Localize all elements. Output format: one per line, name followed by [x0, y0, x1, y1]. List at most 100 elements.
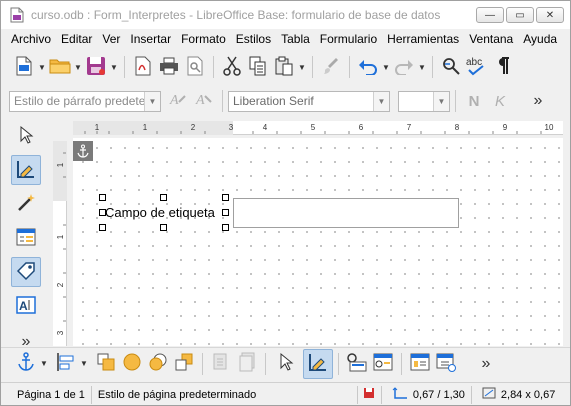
spelling-button[interactable]: abc — [464, 54, 490, 80]
menu-ver[interactable]: Ver — [98, 32, 126, 46]
toolbar-separator — [124, 56, 125, 78]
anchor-dropdown[interactable]: ▼ — [39, 351, 49, 377]
clone-formatting-button[interactable] — [318, 54, 344, 80]
print-preview-icon — [186, 56, 204, 79]
title-bar: curso.odb : Form_Interpretes - LibreOffi… — [1, 1, 570, 29]
font-name-combo[interactable]: Liberation Serif ▼ — [228, 90, 390, 112]
design-mode-button[interactable] — [11, 155, 41, 185]
cut-button[interactable] — [219, 54, 245, 80]
more-chevron-icon: » — [481, 354, 491, 372]
menu-formulario[interactable]: Formulario — [316, 32, 383, 46]
menu-herramientas[interactable]: Herramientas — [383, 32, 465, 46]
control-properties-button[interactable] — [344, 351, 370, 377]
chevron-down-icon[interactable]: ▼ — [144, 91, 160, 111]
page-indicator[interactable]: Página 1 de 1 — [1, 385, 92, 404]
form-label-control[interactable]: Campo de etiqueta — [105, 205, 215, 220]
print-preview-button[interactable] — [182, 54, 208, 80]
selection-handle[interactable] — [222, 194, 229, 201]
bold-icon: N — [468, 92, 480, 110]
align-objects-dropdown[interactable]: ▼ — [79, 351, 89, 377]
more-options-button[interactable]: » — [473, 351, 499, 377]
save-dropdown[interactable]: ▼ — [109, 54, 119, 80]
menu-insertar[interactable]: Insertar — [126, 32, 177, 46]
group-button[interactable] — [208, 351, 234, 377]
anchor-icon[interactable] — [73, 141, 93, 161]
chevron-down-icon[interactable]: ▼ — [373, 91, 389, 111]
new-style-button[interactable]: A — [191, 88, 217, 114]
formatting-marks-button[interactable] — [490, 54, 516, 80]
menu-editar[interactable]: Editar — [57, 32, 98, 46]
anchor-button[interactable] — [13, 351, 39, 377]
new-document-button[interactable] — [11, 54, 37, 80]
new-document-dropdown[interactable]: ▼ — [37, 54, 47, 80]
open-button[interactable] — [47, 54, 73, 80]
paragraph-style-combo[interactable]: Estilo de párrafo predetermin ▼ — [9, 90, 161, 112]
select-tool-button[interactable] — [11, 121, 41, 151]
print-button[interactable] — [156, 54, 182, 80]
italic-button[interactable]: K — [487, 88, 513, 114]
back-one-icon — [148, 352, 168, 375]
ruler-tick-label: 4 — [263, 123, 268, 132]
minimize-button[interactable]: — — [476, 7, 504, 23]
save-button[interactable] — [83, 54, 109, 80]
maximize-button[interactable]: ▭ — [506, 7, 534, 23]
selection-handle[interactable] — [222, 209, 229, 216]
document-modified-indicator[interactable] — [358, 385, 382, 404]
horizontal-ruler[interactable]: 1 1 2 3 4 5 6 7 8 9 10 — [73, 121, 563, 135]
menu-ayuda[interactable]: Ayuda — [519, 32, 563, 46]
text-box-button[interactable]: A — [11, 291, 41, 321]
selection-handle[interactable] — [160, 224, 167, 231]
menu-tabla[interactable]: Tabla — [277, 32, 316, 46]
align-objects-button[interactable] — [53, 351, 79, 377]
chevron-down-icon[interactable]: ▼ — [433, 91, 449, 111]
ruler-tick-label: 2 — [56, 282, 65, 287]
design-mode-button[interactable] — [303, 348, 333, 379]
select-tool-button[interactable] — [271, 349, 301, 379]
align-objects-icon — [56, 352, 76, 375]
forward-one-button[interactable] — [119, 351, 145, 377]
copy-button[interactable] — [245, 54, 271, 80]
send-to-back-button[interactable] — [171, 351, 197, 377]
label-field-button[interactable] — [11, 257, 41, 287]
back-one-button[interactable] — [145, 351, 171, 377]
menu-ventana[interactable]: Ventana — [465, 32, 519, 46]
form-properties-button[interactable] — [370, 351, 396, 377]
more-options-button[interactable]: » — [525, 88, 551, 114]
font-size-combo[interactable]: ▼ — [398, 90, 450, 112]
undo-button[interactable] — [355, 54, 381, 80]
vertical-ruler[interactable]: 1 1 2 3 — [53, 141, 67, 346]
paste-dropdown[interactable]: ▼ — [297, 54, 307, 80]
export-pdf-button[interactable] — [130, 54, 156, 80]
ruler-tick-label: 1 — [143, 123, 148, 132]
document-canvas[interactable] — [73, 138, 563, 346]
form-text-field[interactable] — [233, 198, 459, 228]
italic-icon: K — [494, 92, 505, 110]
selection-handle[interactable] — [99, 224, 106, 231]
bold-button[interactable]: N — [461, 88, 487, 114]
redo-dropdown[interactable]: ▼ — [417, 54, 427, 80]
open-dropdown[interactable]: ▼ — [73, 54, 83, 80]
undo-icon — [358, 57, 378, 78]
undo-dropdown[interactable]: ▼ — [381, 54, 391, 80]
find-replace-button[interactable] — [438, 54, 464, 80]
ruler-tick-label: 6 — [359, 123, 364, 132]
svg-text:abc: abc — [466, 57, 482, 68]
bring-to-front-button[interactable] — [93, 351, 119, 377]
ungroup-button[interactable] — [234, 351, 260, 377]
form-navigator-button[interactable] — [407, 351, 433, 377]
close-button[interactable]: ✕ — [536, 7, 564, 23]
redo-button[interactable] — [391, 54, 417, 80]
menu-estilos[interactable]: Estilos — [232, 32, 277, 46]
menu-archivo[interactable]: Archivo — [7, 32, 57, 46]
selection-handle[interactable] — [160, 194, 167, 201]
app-window: curso.odb : Form_Interpretes - LibreOffi… — [0, 0, 571, 406]
paste-button[interactable] — [271, 54, 297, 80]
add-field-button[interactable] — [433, 351, 459, 377]
form-properties-button[interactable] — [11, 223, 41, 253]
selection-handle[interactable] — [222, 224, 229, 231]
update-style-button[interactable]: A — [165, 88, 191, 114]
selection-handle[interactable] — [99, 194, 106, 201]
menu-formato[interactable]: Formato — [177, 32, 232, 46]
page-style-indicator[interactable]: Estilo de página predeterminado — [92, 385, 358, 404]
control-wizards-button[interactable] — [11, 189, 41, 219]
